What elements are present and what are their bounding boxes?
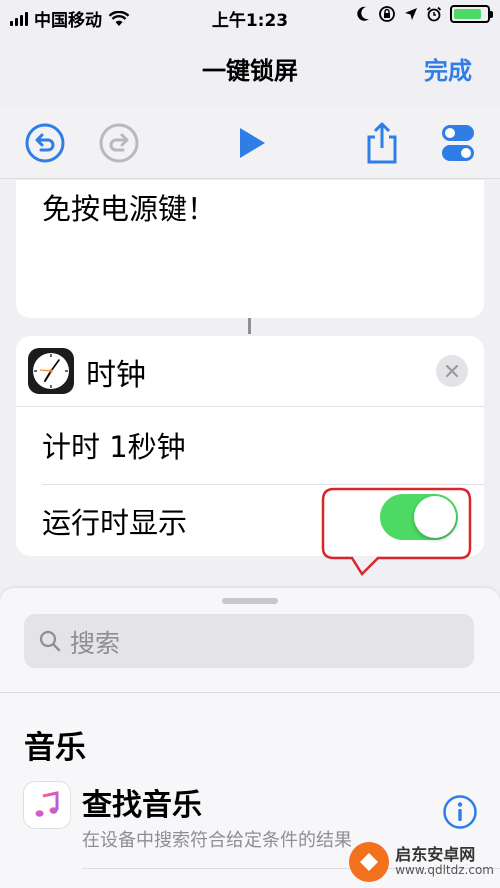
share-button[interactable]: [360, 121, 404, 165]
clock-action-title: 时钟: [86, 358, 146, 393]
clock-app-icon: [28, 348, 74, 394]
close-icon: [445, 364, 459, 378]
search-input[interactable]: 搜索: [24, 614, 474, 668]
status-bar: 中国移动 上午1:23: [0, 0, 500, 34]
redo-icon: [99, 123, 139, 163]
text-action-card[interactable]: 免按电源键！: [16, 180, 484, 318]
undo-icon: [25, 123, 65, 163]
clock-action-header: 时钟: [16, 336, 484, 407]
music-app-icon: [24, 782, 70, 828]
watermark-text: 启东安卓网 www.qdltdz.com: [395, 845, 494, 878]
alarm-icon: [426, 6, 442, 22]
orientation-lock-icon: [379, 6, 395, 22]
site-watermark: 启东安卓网 www.qdltdz.com: [349, 842, 494, 882]
search-placeholder: 搜索: [70, 629, 121, 658]
watermark-name: 启东安卓网: [395, 845, 476, 865]
show-when-run-label: 运行时显示: [42, 506, 188, 540]
find-music-title[interactable]: 查找音乐: [82, 780, 202, 824]
watermark-url: www.qdltdz.com: [395, 863, 494, 878]
status-right: [356, 5, 493, 23]
done-button[interactable]: 完成: [424, 51, 472, 86]
sheet-divider: [0, 692, 500, 693]
run-button[interactable]: [228, 121, 272, 165]
share-icon: [367, 122, 397, 164]
find-music-subtitle: 在设备中搜索符合给定条件的结果: [82, 830, 352, 851]
remove-action-button[interactable]: [436, 355, 468, 387]
search-icon: [39, 630, 61, 652]
moon-icon: [357, 6, 369, 21]
sheet-grabber[interactable]: [222, 598, 278, 604]
action-connector: [248, 318, 251, 334]
settings-button[interactable]: [436, 121, 480, 165]
undo-button[interactable]: [23, 121, 67, 165]
redo-button[interactable]: [97, 121, 141, 165]
location-icon: [405, 8, 417, 20]
nav-bar: 一键锁屏 完成: [0, 34, 500, 100]
watermark-logo-icon: [349, 842, 390, 882]
text-content[interactable]: 免按电源键！: [42, 186, 216, 228]
editor-toolbar: [0, 108, 500, 179]
highlight-annotation: [321, 487, 472, 576]
info-icon: [443, 795, 477, 829]
section-title-music: 音乐: [24, 730, 86, 766]
info-button[interactable]: [442, 794, 478, 834]
battery-icon: [450, 5, 493, 23]
timer-duration-row[interactable]: 计时 1秒钟: [42, 424, 186, 466]
battery-fill: [454, 9, 481, 19]
settings-toggle-icon: [442, 125, 474, 161]
play-icon: [240, 128, 265, 158]
row-divider: [42, 484, 484, 485]
